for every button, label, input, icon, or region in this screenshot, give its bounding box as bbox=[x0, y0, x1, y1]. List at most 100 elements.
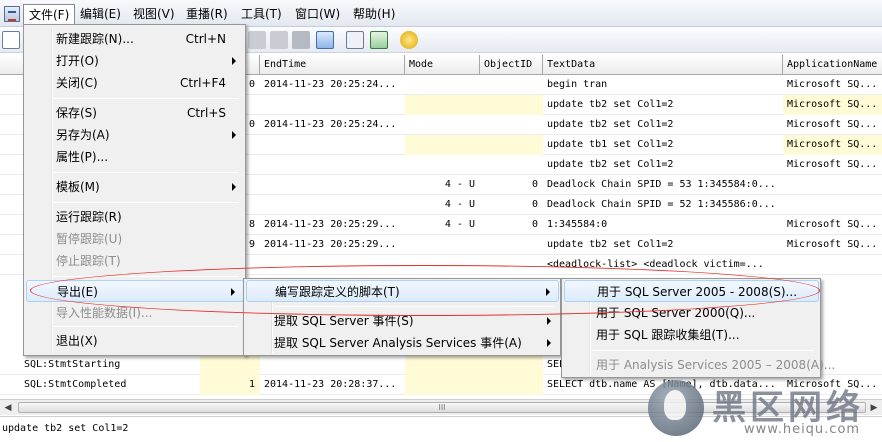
export-submenu: 编写跟踪定义的脚本(T) 提取 SQL Server 事件(S) 提取 SQL Se… bbox=[243, 278, 561, 356]
cell-first-col bbox=[200, 355, 260, 375]
file-menu-item-7[interactable]: 运行跟踪(R) bbox=[26, 206, 244, 228]
cell-applicationname: Microsoft SQ... bbox=[787, 79, 878, 90]
menu-file[interactable]: 文件(F) bbox=[23, 4, 76, 24]
cell-applicationname bbox=[783, 195, 882, 215]
toggle-icon[interactable] bbox=[292, 31, 310, 49]
cell-textdata: update tb2 set Col1=2 bbox=[547, 99, 674, 110]
breakpoint-icon[interactable] bbox=[270, 31, 288, 49]
script-menu-item-3: 用于 Analysis Services 2005 – 2008(A)... bbox=[564, 354, 835, 376]
cell-endtime bbox=[260, 135, 405, 155]
file-menu: 新建跟踪(N)... Ctrl+N 打开(O) 关闭(C) Ctrl+F4 保存(S) Ct… bbox=[23, 24, 246, 356]
file-menu-item-0[interactable]: 新建跟踪(N)... Ctrl+N bbox=[26, 28, 244, 50]
menu-help[interactable]: 帮助(H) bbox=[348, 4, 400, 24]
cell-eventclass: SQL:StmtCompleted bbox=[24, 379, 127, 390]
menu-item-shortcut: Ctrl+N bbox=[185, 32, 226, 46]
properties-icon[interactable] bbox=[346, 31, 364, 49]
menu-item-label: 运行跟踪(R) bbox=[56, 210, 122, 224]
cell-endtime: 2014-11-23 20:25:24... bbox=[264, 79, 397, 90]
export-menu-item-1[interactable]: 提取 SQL Server 事件(S) bbox=[246, 310, 559, 332]
menu-separator bbox=[54, 98, 238, 99]
script-menu-item-2[interactable]: 用于 SQL 跟踪收集组(T)... bbox=[564, 324, 819, 346]
app-icon[interactable] bbox=[4, 6, 20, 22]
menu-separator bbox=[54, 326, 238, 327]
cell-objectid: 0 bbox=[531, 179, 538, 190]
cell-textdata: update tb1 set Col1=2 bbox=[547, 139, 674, 150]
cell-endtime bbox=[260, 255, 405, 275]
submenu-arrow-icon bbox=[232, 131, 236, 139]
menu-item-shortcut: Ctrl+F4 bbox=[180, 76, 226, 90]
col-head-textdata[interactable]: TextData bbox=[543, 55, 783, 75]
cell-textdata: Deadlock Chain SPID = 52 1:345586:0... bbox=[547, 199, 776, 210]
file-menu-item-4[interactable]: 另存为(A) bbox=[26, 124, 244, 146]
cell-textdata: Deadlock Chain SPID = 53 1:345584:0... bbox=[547, 179, 776, 190]
menu-replay[interactable]: 重播(R) bbox=[181, 4, 233, 24]
cell-mode bbox=[405, 75, 480, 95]
cell-objectid: 0 bbox=[531, 219, 538, 230]
cell-mode bbox=[405, 155, 480, 175]
menu-separator bbox=[54, 172, 238, 173]
file-menu-item-9: 停止跟踪(T) bbox=[26, 250, 244, 272]
cell-textdata: update tb2 set Col1=2 bbox=[547, 119, 674, 130]
cell-applicationname: Microsoft SQ... bbox=[787, 219, 878, 230]
menu-item-label: 保存(S) bbox=[56, 106, 97, 120]
menu-item-label: 模板(M) bbox=[56, 180, 100, 194]
menu-separator bbox=[54, 202, 238, 203]
cell-textdata: 1:345584:0 bbox=[547, 219, 608, 230]
script-menu-item-1[interactable]: 用于 SQL Server 2000(Q)... bbox=[564, 302, 819, 324]
file-menu-item-1[interactable]: 打开(O) bbox=[26, 50, 244, 72]
col-head-endtime[interactable]: EndTime bbox=[260, 55, 405, 75]
col-head-applicationname[interactable]: ApplicationName bbox=[783, 55, 882, 75]
menu-item-shortcut: Ctrl+S bbox=[186, 106, 226, 120]
menu-edit[interactable]: 编辑(E) bbox=[75, 4, 126, 24]
script-menu-item-0[interactable]: 用于 SQL Server 2005 - 2008(S)... bbox=[564, 280, 819, 302]
file-menu-item-2[interactable]: 关闭(C) Ctrl+F4 bbox=[26, 72, 244, 94]
cell-endtime bbox=[260, 355, 405, 375]
file-menu-item-8: 暂停跟踪(U) bbox=[26, 228, 244, 250]
export-menu-item-2[interactable]: 提取 SQL Server Analysis Services 事件(A) bbox=[246, 332, 559, 354]
step-icon[interactable] bbox=[248, 31, 266, 49]
menu-item-label: 用于 SQL Server 2005 - 2008(S)... bbox=[597, 285, 798, 299]
menu-separator bbox=[274, 306, 553, 307]
cell-applicationname: Microsoft SQ... bbox=[783, 135, 882, 155]
cell-eventclass: SQL:StmtStarting bbox=[24, 359, 121, 370]
new-trace-icon[interactable] bbox=[2, 31, 20, 49]
menu-separator bbox=[54, 276, 238, 277]
file-menu-item-10[interactable]: 导出(E) bbox=[26, 280, 244, 302]
file-menu-item-5[interactable]: 属性(P)... bbox=[26, 146, 244, 168]
cell-endtime: 2014-11-23 20:25:29... bbox=[264, 239, 397, 250]
menu-view[interactable]: 视图(V) bbox=[128, 4, 180, 24]
cell-applicationname: Microsoft SQ... bbox=[787, 239, 878, 250]
menu-item-label: 新建跟踪(N)... bbox=[56, 32, 134, 46]
perfmon-icon[interactable] bbox=[370, 31, 388, 49]
cell-mode bbox=[405, 135, 480, 155]
cell-mode bbox=[405, 235, 480, 255]
watermark-logo-icon bbox=[648, 380, 704, 436]
col-head-mode[interactable]: Mode bbox=[405, 55, 480, 75]
file-menu-item-6[interactable]: 模板(M) bbox=[26, 176, 244, 198]
menu-item-label: 属性(P)... bbox=[56, 150, 109, 164]
cell-mode: 4 - U bbox=[444, 219, 475, 230]
script-submenu: 用于 SQL Server 2005 - 2008(S)... 用于 SQL Se… bbox=[561, 278, 835, 378]
cell-applicationname bbox=[783, 255, 882, 275]
menu-window[interactable]: 窗口(W) bbox=[290, 4, 345, 24]
cell-endtime: 2014-11-23 20:28:37... bbox=[264, 379, 397, 390]
menu-item-label: 用于 Analysis Services 2005 – 2008(A)... bbox=[596, 358, 836, 372]
submenu-arrow-icon bbox=[547, 317, 551, 325]
help-icon[interactable] bbox=[400, 31, 418, 49]
cell-endtime: 2014-11-23 20:25:24... bbox=[264, 119, 397, 130]
menu-tools[interactable]: 工具(T) bbox=[236, 4, 287, 24]
col-head-objectid[interactable]: ObjectID bbox=[480, 55, 543, 75]
find-icon[interactable] bbox=[316, 31, 334, 49]
file-menu-item-12[interactable]: 退出(X) bbox=[26, 330, 244, 352]
cell-objectid bbox=[480, 135, 543, 155]
submenu-arrow-icon bbox=[232, 57, 236, 65]
scroll-left-arrow-icon[interactable]: ◀ bbox=[0, 400, 16, 416]
menu-separator bbox=[592, 350, 813, 351]
submenu-arrow-icon bbox=[231, 288, 235, 296]
export-menu-item-0[interactable]: 编写跟踪定义的脚本(T) bbox=[246, 280, 559, 302]
menu-item-label: 导出(E) bbox=[57, 285, 98, 299]
cell-mode bbox=[405, 115, 480, 135]
file-menu-item-3[interactable]: 保存(S) Ctrl+S bbox=[26, 102, 244, 124]
detail-text: update tb2 set Col1=2 bbox=[2, 423, 129, 434]
menu-item-label: 提取 SQL Server Analysis Services 事件(A) bbox=[274, 336, 522, 350]
